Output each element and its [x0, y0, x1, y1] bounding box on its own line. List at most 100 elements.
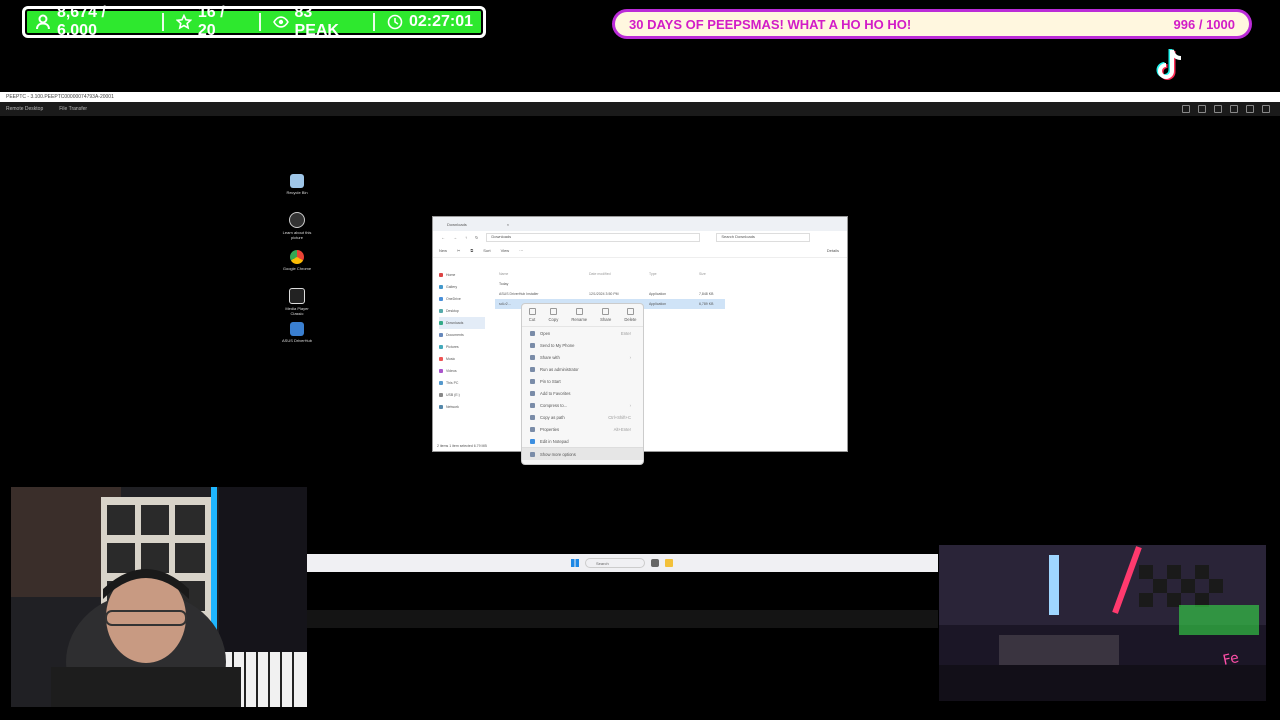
- subs-stat: 16 / 20: [175, 4, 247, 40]
- copy-icon[interactable]: ⧉: [470, 248, 473, 253]
- nav-item[interactable]: Downloads: [439, 317, 485, 329]
- header-size[interactable]: Size: [699, 272, 706, 276]
- windows-start-icon[interactable]: [571, 559, 579, 567]
- nav-item[interactable]: Home: [439, 269, 485, 281]
- timer-value: 02:27:01: [408, 13, 473, 30]
- header-type[interactable]: Type: [649, 272, 679, 276]
- desktop-icon-label: Learn about this picture: [282, 230, 312, 240]
- nav-item[interactable]: Documents: [439, 329, 485, 341]
- details-button[interactable]: Details: [827, 248, 839, 253]
- rename-icon: [575, 308, 583, 315]
- menu-item-edit-notepad[interactable]: Edit in Notepad: [522, 435, 643, 447]
- file-explorer-taskbar-icon[interactable]: [665, 559, 673, 567]
- toolbar-action-icon[interactable]: [1182, 105, 1190, 113]
- menu-item-send-to-phone[interactable]: Send to My Phone: [522, 339, 643, 351]
- toolbar-action-icon[interactable]: [1246, 105, 1254, 113]
- menu-item-open[interactable]: Open Enter: [522, 327, 643, 339]
- path-field[interactable]: Downloads: [486, 232, 701, 242]
- file-date: 12/1/2024 3:50 PM: [589, 292, 619, 296]
- toolbar-action-icon[interactable]: [1230, 105, 1238, 113]
- desktop-icon-recycle-bin[interactable]: Recycle Bin: [282, 174, 312, 195]
- desktop-icon-label: Google Chrome: [282, 266, 312, 271]
- phone-icon: [530, 342, 535, 348]
- desktop-icon-learn[interactable]: Learn about this picture: [282, 212, 312, 240]
- forward-icon[interactable]: →: [453, 235, 457, 240]
- nav-item[interactable]: USB (E:): [439, 389, 485, 401]
- share-icon: [530, 354, 535, 360]
- menu-item-compress[interactable]: Compress to... ›: [522, 399, 643, 411]
- desktop-icon-asus[interactable]: ASUS DriverHub: [282, 322, 312, 343]
- close-icon[interactable]: ×: [507, 222, 509, 227]
- notepad-icon: [530, 438, 535, 444]
- menu-item-properties[interactable]: Properties Alt+Enter: [522, 423, 643, 435]
- back-icon[interactable]: ←: [441, 235, 445, 240]
- context-menu: Cut Copy Rename Share Delete Open Enter S…: [521, 303, 644, 465]
- nav-item[interactable]: Desktop: [439, 305, 485, 317]
- tab-file-transfer[interactable]: File Transfer: [59, 106, 87, 112]
- pin-icon: [530, 378, 535, 384]
- task-view-icon[interactable]: [651, 559, 659, 567]
- remote-window-title: PEEPTC - 3.100.PEEPTC00000074793A-20001: [6, 94, 114, 100]
- file-type: Application: [649, 292, 667, 296]
- remote-taskbar: Search: [306, 554, 938, 572]
- menu-item-run-as-admin[interactable]: Run as administrator: [522, 363, 643, 375]
- explorer-address-bar: ← → ↑ ↻ Downloads Search Downloads: [433, 231, 847, 243]
- tab-remote-desktop[interactable]: Remote Desktop: [6, 106, 43, 112]
- menu-item-copy-path[interactable]: Copy as path Ctrl+Shift+C: [522, 411, 643, 423]
- goal-count: 996 / 1000: [1173, 16, 1235, 32]
- remote-toolbar: Remote Desktop File Transfer: [0, 102, 1280, 116]
- toolbar-action-icon[interactable]: [1262, 105, 1270, 113]
- header-name[interactable]: Name: [499, 272, 569, 276]
- search-input[interactable]: Search Downloads: [716, 232, 811, 242]
- cut-action[interactable]: Cut: [528, 308, 536, 322]
- asus-icon: [290, 322, 304, 336]
- desktop-icon-chrome[interactable]: Google Chrome: [282, 250, 312, 271]
- subs-value: 16 / 20: [197, 4, 225, 39]
- file-name: ASUS DriverHub Installer: [499, 292, 539, 296]
- divider: [372, 13, 375, 31]
- up-icon[interactable]: ↑: [465, 235, 467, 240]
- nav-item[interactable]: Videos: [439, 365, 485, 377]
- followers-value: 8,674 / 6,000: [56, 4, 106, 39]
- file-type: Application: [649, 302, 667, 306]
- nav-item[interactable]: Music: [439, 353, 485, 365]
- remote-window-titlebar[interactable]: PEEPTC - 3.100.PEEPTC00000074793A-20001: [0, 92, 1280, 102]
- new-button[interactable]: New: [439, 248, 447, 253]
- column-headers: Name Date modified Type Size: [495, 269, 725, 279]
- nav-item[interactable]: OneDrive: [439, 293, 485, 305]
- header-date[interactable]: Date modified: [589, 272, 629, 276]
- refresh-icon[interactable]: ↻: [475, 235, 478, 240]
- toolbar-action-icon[interactable]: [1198, 105, 1206, 113]
- explorer-tab[interactable]: Downloads: [447, 222, 467, 227]
- menu-item-show-more[interactable]: Show more options: [522, 447, 643, 460]
- menu-item-pin-to-start[interactable]: Pin to Start: [522, 375, 643, 387]
- desktop-icon-media-player[interactable]: Media Player Classic: [282, 288, 312, 316]
- view-button[interactable]: View: [501, 248, 510, 253]
- nav-item[interactable]: Gallery: [439, 281, 485, 293]
- group-header: Today: [499, 282, 509, 286]
- menu-item-share-with[interactable]: Share with ›: [522, 351, 643, 363]
- rename-action[interactable]: Rename: [571, 308, 587, 322]
- webcam-room: Fe: [939, 545, 1266, 701]
- sort-button[interactable]: Sort: [483, 248, 490, 253]
- timer-stat: 02:27:01: [387, 13, 473, 31]
- nav-item[interactable]: This PC: [439, 377, 485, 389]
- copy-icon: [549, 308, 557, 315]
- more-icon[interactable]: ⋯: [519, 248, 523, 253]
- share-action[interactable]: Share: [600, 308, 611, 322]
- explorer-tabbar: Downloads ×: [433, 217, 847, 231]
- menu-item-add-favorites[interactable]: Add to Favorites: [522, 387, 643, 399]
- cut-icon[interactable]: ✂: [457, 248, 460, 253]
- taskbar-search-input[interactable]: Search: [585, 558, 645, 568]
- nav-item[interactable]: Network: [439, 401, 485, 413]
- copy-action[interactable]: Copy: [549, 308, 558, 322]
- zip-icon: [530, 402, 535, 408]
- share-icon: [602, 308, 610, 315]
- toolbar-action-icon[interactable]: [1214, 105, 1222, 113]
- shield-icon: [530, 366, 535, 372]
- file-row[interactable]: ASUS DriverHub Installer 12/1/2024 3:50 …: [495, 289, 725, 299]
- delete-action[interactable]: Delete: [624, 308, 636, 322]
- wrench-icon: [530, 426, 535, 432]
- goal-inner: 30 DAYS OF PEEPSMAS! WHAT A HO HO HO! 99…: [615, 12, 1249, 36]
- nav-item[interactable]: Pictures: [439, 341, 485, 353]
